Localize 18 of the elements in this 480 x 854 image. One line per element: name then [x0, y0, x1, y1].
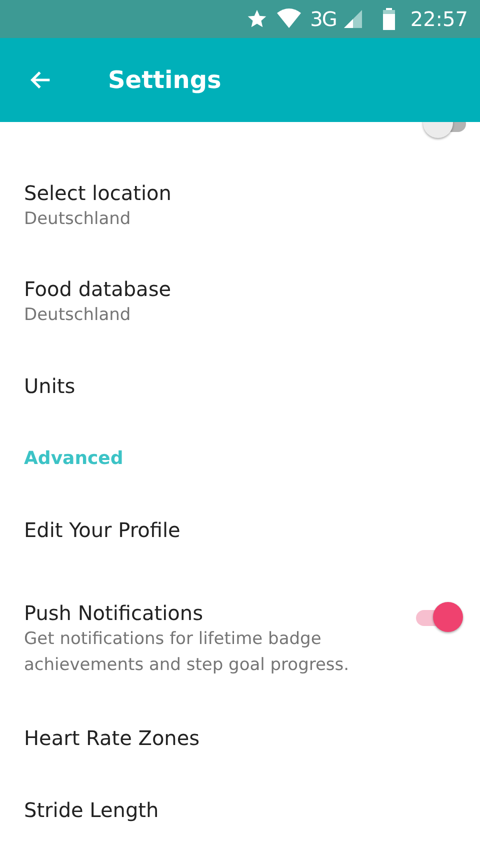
setting-title[interactable]: Select location — [24, 180, 456, 206]
signal-icon — [344, 10, 362, 28]
setting-description: Deutschland — [24, 208, 132, 231]
setting-title[interactable]: Stride Length — [24, 797, 456, 823]
star-icon — [246, 8, 268, 30]
setting-title[interactable]: Push Notifications — [24, 600, 410, 626]
wifi-icon — [276, 8, 302, 30]
screen-title: Settings — [108, 66, 222, 94]
setting-description: Deutschland — [24, 304, 132, 327]
setting-title[interactable]: Edit Your Profile — [24, 517, 456, 543]
network-label: 3G — [310, 7, 336, 31]
section-header: Advanced — [24, 448, 124, 468]
setting-title[interactable]: Food database — [24, 276, 456, 302]
setting-description: Get notifications for lifetime badge achievements and step goal progress. — [24, 628, 350, 677]
setting-title[interactable]: Units — [24, 373, 456, 399]
battery-icon — [382, 8, 396, 30]
setting-title[interactable]: Heart Rate Zones — [24, 725, 456, 751]
clock: 22:57 — [410, 7, 468, 31]
